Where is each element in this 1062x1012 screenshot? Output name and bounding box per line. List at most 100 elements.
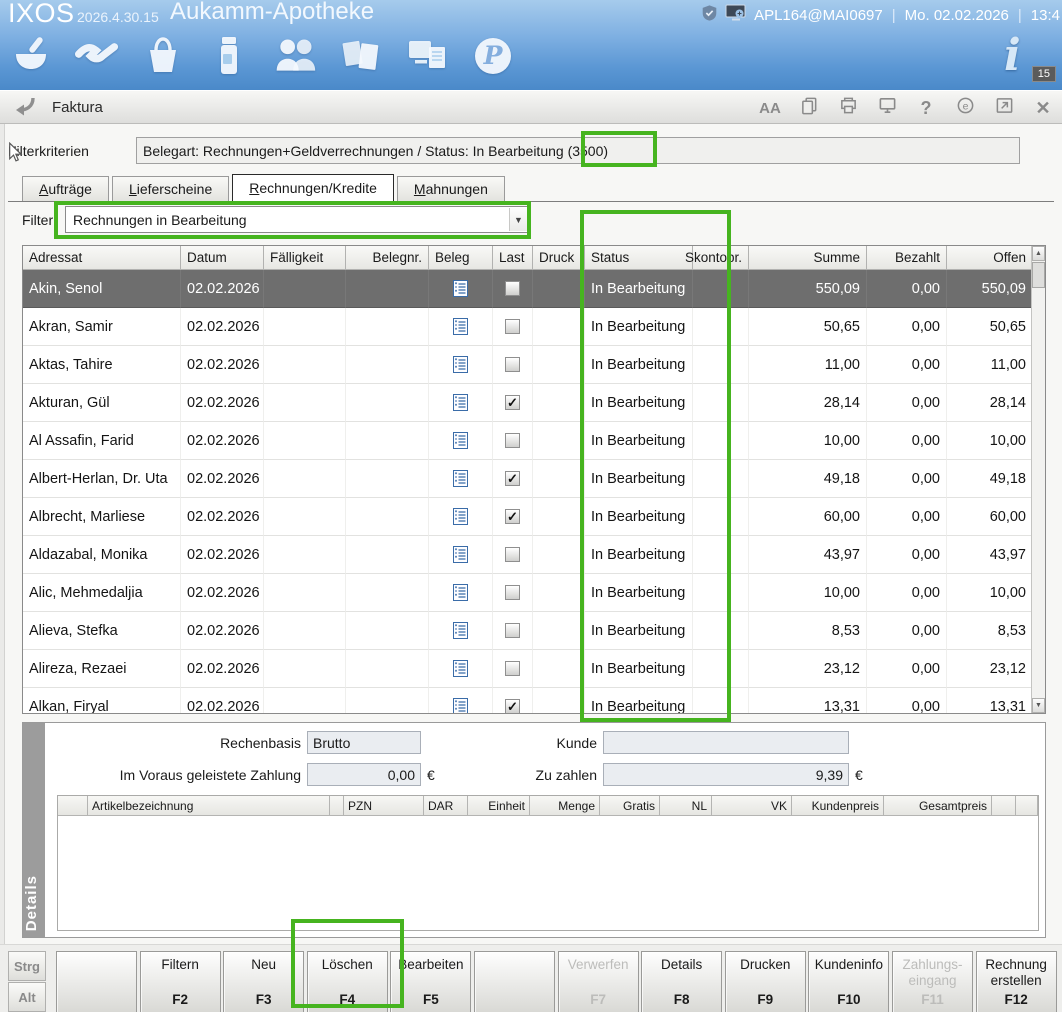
beleg-document-icon[interactable]	[453, 318, 468, 335]
last-checkbox[interactable]: ✓	[505, 509, 520, 524]
beleg-document-icon[interactable]	[453, 622, 468, 639]
mortar-pestle-icon[interactable]	[8, 32, 54, 80]
scrollbar-thumb[interactable]	[1032, 262, 1045, 288]
column-header-offen[interactable]: Offen	[947, 246, 1033, 270]
column-header-druck[interactable]: Druck	[533, 246, 585, 270]
invoice-row[interactable]: Akran, Samir02.02.2026In Bearbeitung50,6…	[23, 308, 1033, 346]
details-button[interactable]: DetailsF8	[641, 951, 722, 1012]
packages-icon[interactable]	[338, 32, 384, 80]
column-header-status[interactable]: Status	[585, 246, 693, 270]
column-header-last[interactable]: Last	[493, 246, 533, 270]
invoice-row[interactable]: Aktas, Tahire02.02.2026In Bearbeitung11,…	[23, 346, 1033, 384]
filterkriterien-field[interactable]: Belegart: Rechnungen+Geldverrechnungen /…	[136, 137, 1020, 164]
invoice-row[interactable]: Alieva, Stefka02.02.2026In Bearbeitung8,…	[23, 612, 1033, 650]
scroll-down-button[interactable]: ▼	[1032, 698, 1045, 713]
blank-button-1	[56, 951, 137, 1012]
kunde-field[interactable]	[603, 731, 849, 754]
last-checkbox[interactable]: ✓	[505, 699, 520, 713]
beleg-document-icon[interactable]	[453, 546, 468, 563]
column-header-belegnr-[interactable]: Belegnr.	[346, 246, 429, 270]
beleg-document-icon[interactable]	[453, 470, 468, 487]
invoice-row[interactable]: Al Assafin, Farid02.02.2026In Bearbeitun…	[23, 422, 1033, 460]
column-header-skontopr-[interactable]: Skontopr.	[693, 246, 749, 270]
invoice-row[interactable]: Alkan, Firyal02.02.2026✓In Bearbeitung13…	[23, 688, 1033, 713]
font-size-icon[interactable]: AA	[759, 100, 781, 117]
invoice-row[interactable]: Alic, Mehmedaljia02.02.2026In Bearbeitun…	[23, 574, 1033, 612]
details-side-tab[interactable]: Details	[23, 723, 45, 937]
column-header-summe[interactable]: Summe	[749, 246, 867, 270]
handshake-icon[interactable]	[74, 32, 120, 80]
strg-key[interactable]: Strg	[8, 951, 46, 981]
copy-icon[interactable]	[798, 96, 820, 120]
beleg-document-icon[interactable]	[453, 356, 468, 373]
invoice-row[interactable]: Albert-Herlan, Dr. Uta02.02.2026✓In Bear…	[23, 460, 1033, 498]
medicine-bottle-icon[interactable]	[206, 32, 252, 80]
scroll-up-button[interactable]: ▲	[1032, 246, 1045, 261]
last-checkbox[interactable]	[505, 433, 520, 448]
current-date: Mo. 02.02.2026	[905, 7, 1009, 24]
people-icon[interactable]	[272, 32, 318, 80]
last-checkbox[interactable]	[505, 547, 520, 562]
last-checkbox[interactable]	[505, 585, 520, 600]
last-checkbox[interactable]	[505, 661, 520, 676]
last-checkbox[interactable]	[505, 357, 520, 372]
zahlungseingang-button[interactable]: Zahlungs-eingangF11	[892, 951, 973, 1012]
info-icon[interactable]: i 15	[1004, 34, 1044, 82]
bag-icon[interactable]	[140, 32, 186, 80]
verwerfen-button[interactable]: VerwerfenF7	[558, 951, 639, 1012]
column-header-beleg[interactable]: Beleg	[429, 246, 493, 270]
rechenbasis-field[interactable]: Brutto	[307, 731, 421, 754]
invoice-row[interactable]: Akin, Senol02.02.2026In Bearbeitung550,0…	[23, 270, 1033, 308]
cell-bezahlt: 0,00	[867, 308, 947, 346]
beleg-document-icon[interactable]	[453, 660, 468, 677]
last-checkbox[interactable]: ✓	[505, 471, 520, 486]
rechnung-erstellen-button[interactable]: RechnungerstellenF12	[976, 951, 1057, 1012]
window-export-icon[interactable]	[993, 96, 1015, 120]
column-header-datum[interactable]: Datum	[181, 246, 264, 270]
help-icon[interactable]: ?	[915, 98, 937, 119]
last-cell	[493, 308, 533, 346]
neu-button[interactable]: NeuF3	[223, 951, 304, 1012]
e-circle-icon[interactable]: e	[954, 96, 976, 120]
beleg-document-icon[interactable]	[453, 584, 468, 601]
filter-dropdown[interactable]: Rechnungen in Bearbeitung ▼	[65, 206, 529, 233]
last-checkbox[interactable]: ✓	[505, 395, 520, 410]
tab-aufträge[interactable]: Aufträge	[22, 176, 109, 201]
cell-status: In Bearbeitung	[585, 422, 693, 460]
vorauszahlung-label: Im Voraus geleistete Zahlung	[61, 767, 301, 783]
beleg-document-icon[interactable]	[453, 508, 468, 525]
last-checkbox[interactable]	[505, 319, 520, 334]
print-icon[interactable]	[837, 96, 859, 120]
monitor-icon[interactable]	[876, 96, 898, 120]
tab-lieferscheine[interactable]: Lieferscheine	[112, 176, 229, 201]
last-checkbox[interactable]	[505, 281, 520, 296]
vorauszahlung-field[interactable]: 0,00	[307, 763, 421, 786]
bearbeiten-button[interactable]: BearbeitenF5	[390, 951, 471, 1012]
drucken-button[interactable]: DruckenF9	[725, 951, 806, 1012]
vertical-scrollbar[interactable]: ▲ ▼	[1031, 246, 1045, 713]
column-header-adressat[interactable]: Adressat	[23, 246, 181, 270]
alt-key[interactable]: Alt	[8, 982, 46, 1012]
last-checkbox[interactable]	[505, 623, 520, 638]
invoice-row[interactable]: Albrecht, Marliese02.02.2026✓In Bearbeit…	[23, 498, 1033, 536]
zu-zahlen-field[interactable]: 9,39	[603, 763, 849, 786]
loeschen-button[interactable]: LöschenF4	[307, 951, 388, 1012]
beleg-document-icon[interactable]	[453, 698, 468, 713]
beleg-document-icon[interactable]	[453, 394, 468, 411]
filtern-button[interactable]: FilternF2	[140, 951, 221, 1012]
tab-rechnungen-kredite[interactable]: Rechnungen/Kredite	[232, 174, 394, 201]
chevron-down-icon[interactable]: ▼	[509, 208, 527, 231]
beleg-document-icon[interactable]	[453, 280, 468, 297]
column-header-bezahlt[interactable]: Bezahlt	[867, 246, 947, 270]
invoice-row[interactable]: Alireza, Rezaei02.02.2026In Bearbeitung2…	[23, 650, 1033, 688]
kundeninfo-button[interactable]: KundeninfoF10	[808, 951, 889, 1012]
invoice-row[interactable]: Aldazabal, Monika02.02.2026In Bearbeitun…	[23, 536, 1033, 574]
back-button[interactable]	[10, 95, 36, 119]
invoice-row[interactable]: Akturan, Gül02.02.2026✓In Bearbeitung28,…	[23, 384, 1033, 422]
column-header-fälligkeit[interactable]: Fälligkeit	[264, 246, 346, 270]
p-logo-icon[interactable]: P	[470, 32, 516, 80]
tab-mahnungen[interactable]: Mahnungen	[397, 176, 505, 201]
beleg-document-icon[interactable]	[453, 432, 468, 449]
computer-documents-icon[interactable]	[404, 32, 450, 80]
close-icon[interactable]: ✕	[1032, 98, 1054, 119]
